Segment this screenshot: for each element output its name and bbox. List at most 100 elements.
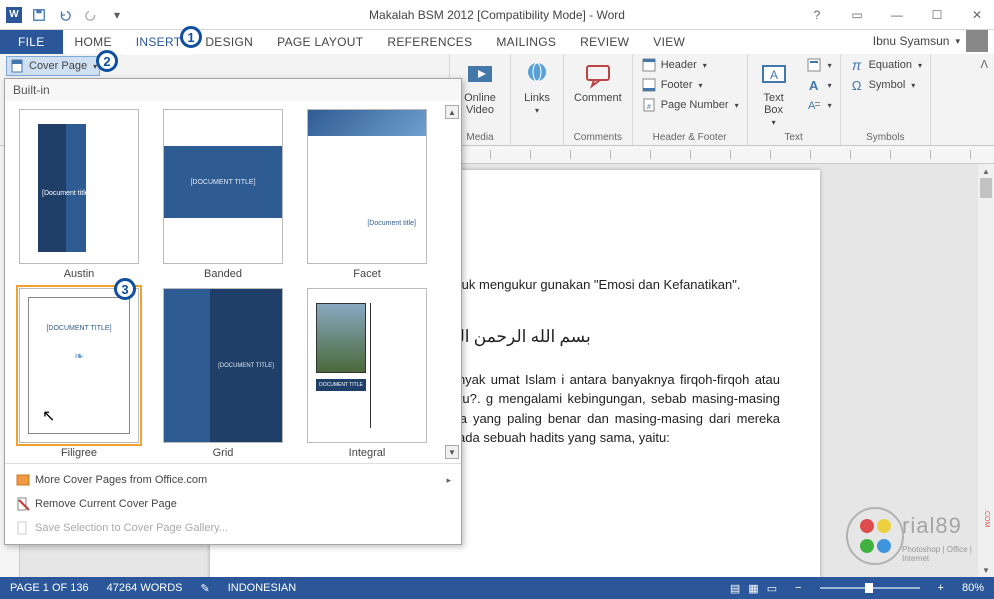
online-video-icon bbox=[464, 58, 496, 90]
user-name[interactable]: Ibnu Syamsun bbox=[873, 34, 950, 48]
links-label: Links bbox=[524, 92, 550, 104]
group-media: Media bbox=[466, 130, 493, 145]
group-links-label bbox=[536, 130, 539, 145]
cover-integral[interactable]: DOCUMENT TITLE Integral bbox=[299, 288, 435, 459]
redo-icon[interactable] bbox=[82, 6, 100, 24]
close-button[interactable]: ✕ bbox=[964, 5, 990, 25]
cover-page-button[interactable]: Cover Page ▾ bbox=[6, 56, 100, 76]
drop-cap-icon: A bbox=[806, 97, 822, 113]
scroll-thumb[interactable] bbox=[980, 178, 992, 198]
cover-facet-label: Facet bbox=[353, 268, 381, 280]
cover-page-gallery: Built-in [Document title] Austin [DOCUME… bbox=[4, 78, 462, 545]
drop-cap-button[interactable]: A▾ bbox=[804, 96, 834, 114]
header-button[interactable]: Header▾ bbox=[639, 56, 741, 74]
group-symbols: Symbols bbox=[866, 130, 904, 145]
gallery-scroll-up-icon[interactable]: ▲ bbox=[445, 105, 459, 119]
remove-cover-page[interactable]: Remove Current Cover Page bbox=[5, 492, 461, 516]
svg-text:A: A bbox=[770, 68, 778, 82]
minimize-button[interactable]: — bbox=[884, 5, 910, 25]
zoom-level[interactable]: 80% bbox=[962, 582, 984, 594]
collapse-ribbon-icon[interactable]: ᐱ bbox=[980, 58, 988, 71]
cover-facet[interactable]: [Document title] Facet bbox=[299, 109, 435, 280]
office-icon bbox=[15, 472, 31, 488]
cover-page-label: Cover Page bbox=[29, 60, 87, 72]
view-print-icon[interactable]: ▦ bbox=[748, 582, 758, 595]
undo-icon[interactable] bbox=[56, 6, 74, 24]
comment-label: Comment bbox=[574, 92, 622, 104]
zoom-slider[interactable] bbox=[820, 587, 920, 589]
comment-button[interactable]: Comment bbox=[570, 56, 626, 106]
group-header-footer: Header & Footer bbox=[653, 130, 727, 145]
svg-text:#: # bbox=[647, 104, 651, 111]
symbol-icon: Ω bbox=[849, 77, 865, 93]
quick-parts-button[interactable]: ▾ bbox=[804, 56, 834, 74]
wordart-icon: A bbox=[806, 77, 822, 93]
text-box-label: Text Box bbox=[759, 92, 789, 116]
tab-view[interactable]: VIEW bbox=[641, 30, 697, 54]
thumb-banded-title: [DOCUMENT TITLE] bbox=[164, 146, 282, 218]
tab-file[interactable]: FILE bbox=[0, 30, 63, 54]
word-app-icon: W bbox=[6, 7, 22, 23]
tab-review[interactable]: REVIEW bbox=[568, 30, 641, 54]
more-cover-pages[interactable]: More Cover Pages from Office.com▸ bbox=[5, 468, 461, 492]
watermark-logo: rial89 Photoshop | Office | Internet .CO… bbox=[846, 507, 986, 567]
online-video-button[interactable]: Online Video bbox=[456, 56, 504, 118]
tab-page-layout[interactable]: PAGE LAYOUT bbox=[265, 30, 375, 54]
online-video-label: Online Video bbox=[460, 92, 500, 116]
help-icon[interactable]: ? bbox=[804, 5, 830, 25]
cover-banded[interactable]: [DOCUMENT TITLE] Banded bbox=[155, 109, 291, 280]
cover-austin-label: Austin bbox=[64, 268, 95, 280]
save-icon[interactable] bbox=[30, 6, 48, 24]
annotation-1: 1 bbox=[180, 26, 202, 48]
ribbon-options-icon[interactable]: ▭ bbox=[844, 5, 870, 25]
tab-design[interactable]: DESIGN bbox=[193, 30, 265, 54]
status-language[interactable]: INDONESIAN bbox=[228, 582, 296, 594]
user-avatar[interactable] bbox=[966, 30, 988, 52]
tab-mailings[interactable]: MAILINGS bbox=[484, 30, 568, 54]
quick-parts-icon bbox=[806, 57, 822, 73]
view-web-icon[interactable]: ▭ bbox=[767, 582, 777, 595]
title-bar: W ▾ Makalah BSM 2012 [Compatibility Mode… bbox=[0, 0, 994, 30]
status-words[interactable]: 47264 WORDS bbox=[107, 582, 183, 594]
cover-filigree[interactable]: [DOCUMENT TITLE]❧ Filigree bbox=[11, 288, 147, 459]
scroll-up-icon[interactable]: ▲ bbox=[978, 164, 994, 178]
qat-customize-icon[interactable]: ▾ bbox=[108, 6, 126, 24]
window-title: Makalah BSM 2012 [Compatibility Mode] - … bbox=[369, 8, 625, 22]
zoom-out-button[interactable]: − bbox=[795, 582, 801, 594]
watermark-com: .COM bbox=[983, 509, 990, 527]
annotation-2: 2 bbox=[96, 50, 118, 72]
gallery-section-builtin: Built-in bbox=[5, 79, 461, 101]
cursor-icon: ↖ bbox=[42, 406, 55, 426]
zoom-in-button[interactable]: + bbox=[938, 582, 944, 594]
footer-button[interactable]: Footer▾ bbox=[639, 76, 741, 94]
cover-austin[interactable]: [Document title] Austin bbox=[11, 109, 147, 280]
equation-button[interactable]: πEquation▾ bbox=[847, 56, 924, 74]
wordart-button[interactable]: A▾ bbox=[804, 76, 834, 94]
status-proof-icon[interactable]: ✎ bbox=[200, 582, 209, 595]
header-label: Header bbox=[661, 59, 697, 71]
view-read-icon[interactable]: ▤ bbox=[730, 582, 740, 595]
cover-grid[interactable]: [DOCUMENT TITLE] Grid bbox=[155, 288, 291, 459]
cover-integral-label: Integral bbox=[349, 447, 386, 459]
cover-filigree-label: Filigree bbox=[61, 447, 97, 459]
status-page[interactable]: PAGE 1 OF 136 bbox=[10, 582, 89, 594]
gallery-scroll-down-icon[interactable]: ▼ bbox=[445, 445, 459, 459]
symbol-button[interactable]: ΩSymbol▾ bbox=[847, 76, 924, 94]
cover-grid-label: Grid bbox=[213, 447, 234, 459]
text-box-button[interactable]: AText Box▾ bbox=[754, 56, 794, 129]
page-number-button[interactable]: #Page Number▾ bbox=[639, 96, 741, 114]
thumb-filigree-title: [DOCUMENT TITLE] bbox=[20, 325, 138, 332]
page-number-icon: # bbox=[641, 97, 657, 113]
thumb-integral-title: DOCUMENT TITLE bbox=[316, 379, 366, 391]
links-button[interactable]: Links▾ bbox=[517, 56, 557, 117]
group-comments: Comments bbox=[574, 130, 622, 145]
maximize-button[interactable]: ☐ bbox=[924, 5, 950, 25]
svg-text:A: A bbox=[808, 100, 816, 112]
watermark-text: rial89 bbox=[902, 513, 962, 539]
footer-icon bbox=[641, 77, 657, 93]
tab-references[interactable]: REFERENCES bbox=[375, 30, 484, 54]
status-bar: PAGE 1 OF 136 47264 WORDS ✎ INDONESIAN ▤… bbox=[0, 577, 994, 599]
thumb-facet-title: [Document title] bbox=[367, 220, 416, 227]
tab-home[interactable]: HOME bbox=[63, 30, 124, 54]
save-gallery-icon bbox=[15, 520, 31, 536]
